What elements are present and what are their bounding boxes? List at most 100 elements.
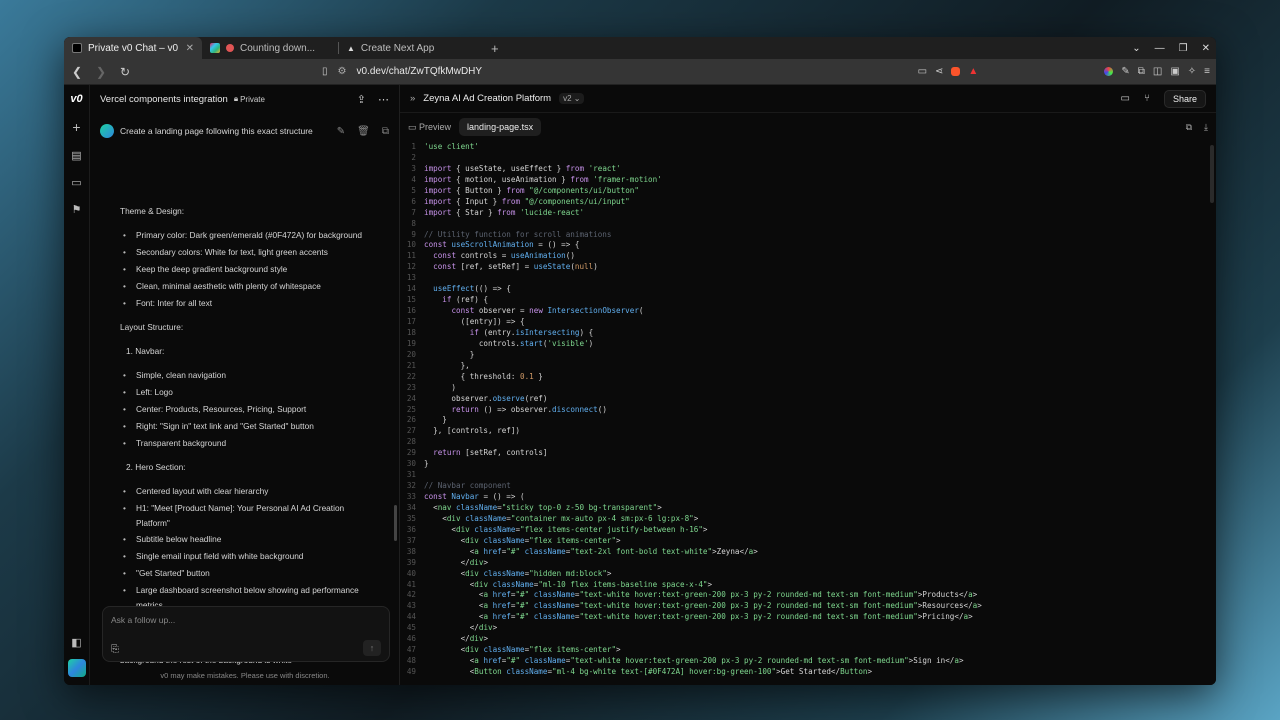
message-bullet: Font: Inter for all text	[123, 298, 212, 308]
line-number: 19	[406, 338, 416, 348]
download-icon[interactable]: ⤓	[1204, 122, 1208, 133]
code-token: >	[867, 667, 873, 676]
code-token: nav	[437, 502, 452, 512]
cast-icon[interactable]: ▭	[918, 66, 927, 77]
delete-icon[interactable]: 🗑︎	[357, 126, 370, 137]
flag-icon[interactable]: ⚑	[72, 203, 82, 216]
site-settings-icon[interactable]: ⚙	[338, 66, 347, 77]
new-chat-icon[interactable]: +	[72, 119, 80, 135]
code-line: 32 // Navbar component	[400, 481, 1216, 492]
line-number: 34	[406, 502, 416, 512]
bookmark-icon[interactable]: ▯	[322, 66, 328, 77]
terminal-icon[interactable]: ▭	[1121, 93, 1130, 104]
code-token: Button	[840, 667, 868, 676]
menu-icon[interactable]: ≡	[1204, 66, 1210, 77]
line-number: 47	[406, 645, 416, 655]
chat-scrollbar[interactable]	[394, 505, 397, 541]
wallet-icon[interactable]: ▣	[1170, 66, 1179, 77]
code-token: import	[424, 207, 452, 217]
ai-icon[interactable]: ✧	[1188, 66, 1196, 77]
line-number: 33	[406, 492, 416, 501]
code-line: 29 return [setRef, controls]	[400, 448, 1216, 459]
code-token: )	[424, 382, 457, 392]
code-line: 7 import { Star } from 'lucide-react'	[400, 208, 1216, 219]
line-number: 13	[406, 273, 416, 283]
preview-icon: ▭	[408, 121, 417, 132]
close-window-icon[interactable]: ✕	[1202, 43, 1210, 54]
extension-color-icon[interactable]	[1104, 67, 1114, 76]
line-number: 45	[406, 623, 416, 633]
message-bullet: Centered layout with clear hierarchy	[123, 486, 268, 496]
project-title[interactable]: Zeyna AI Ad Creation Platform	[423, 93, 551, 104]
code-token: from	[501, 196, 521, 206]
close-tab-icon[interactable]: ✕	[186, 43, 194, 54]
forward-icon[interactable]: ❯	[94, 65, 108, 79]
code-token: Button	[474, 667, 502, 676]
reload-icon[interactable]: ↻	[118, 65, 132, 79]
code-token: // Utility function for scroll animation…	[424, 229, 612, 239]
copy-icon[interactable]: ⧉	[382, 126, 389, 137]
follow-up-input[interactable]: Ask a follow up... ⎘ ↑	[102, 606, 390, 662]
brave-shield-icon[interactable]	[951, 67, 961, 76]
sidebar-icon[interactable]: ◫	[1153, 66, 1162, 77]
code-line: 31	[400, 470, 1216, 481]
rewards-icon[interactable]: ▲	[968, 66, 978, 77]
back-icon[interactable]: ❮	[70, 65, 84, 79]
send-button[interactable]: ↑	[363, 640, 381, 656]
url-field[interactable]: ▯ ⚙ v0.dev/chat/ZwTQfkMwDHY	[322, 66, 908, 77]
code-token: "ml-4 bg-white text-[#0F472A] hover:bg-g…	[552, 667, 777, 676]
edit-icon[interactable]: ✎	[337, 126, 345, 137]
code-line: 30}	[400, 459, 1216, 470]
line-number: 21	[406, 360, 416, 370]
code-token: className	[520, 656, 566, 666]
toggle-sidebar-icon[interactable]: ◧	[71, 636, 81, 649]
code-token: }	[424, 349, 475, 359]
app-content: v0 + ▤ ▭ ⚑ ◧ Vercel components integrati…	[64, 85, 1216, 685]
new-tab-button[interactable]: +	[483, 41, 507, 56]
minimize-icon[interactable]: —	[1155, 43, 1165, 54]
line-number: 22	[406, 371, 416, 381]
line-number: 12	[406, 262, 416, 272]
version-select[interactable]: v2 ⌄	[559, 93, 585, 104]
code-token: from	[497, 207, 516, 217]
code-line: 48 <a href="#" className="text-white hov…	[400, 656, 1216, 667]
share-chat-icon[interactable]: ⇪	[357, 93, 366, 106]
code-token: ()	[597, 404, 607, 414]
share-icon[interactable]: ⋖	[935, 66, 943, 77]
message-numbered-item: 1. Navbar:	[126, 346, 165, 356]
attach-icon[interactable]: ⎘	[111, 644, 119, 655]
code-token: "text-white hover:text-green-200 px-3 py…	[579, 590, 918, 600]
code-line: 43 <a href="#" className="text-white hov…	[400, 601, 1216, 612]
copy-code-icon[interactable]: ⧉	[1186, 122, 1192, 133]
v0-logo-icon[interactable]: v0	[70, 93, 82, 105]
library-icon[interactable]: ▤	[71, 149, 81, 162]
code-token: "text-white hover:text-green-200 px-3 py…	[570, 656, 909, 666]
tab-code[interactable]: landing-page.tsx	[459, 118, 542, 136]
collapse-icon[interactable]: »	[410, 93, 415, 104]
code-line: 6 import { Input } from "@/components/ui/…	[400, 197, 1216, 208]
branch-icon[interactable]: ⑂	[1144, 93, 1150, 104]
pen-icon[interactable]: ✎	[1121, 66, 1129, 77]
code-line: 8	[400, 219, 1216, 230]
chat-title[interactable]: Vercel components integration	[100, 94, 228, 105]
code-token: controls.	[424, 338, 521, 348]
line-number: 27	[406, 426, 416, 436]
avatar[interactable]	[67, 659, 86, 677]
code-editor[interactable]: 1 'use client' 2 3 import { useState, useEff…	[400, 142, 1216, 685]
puzzle-icon[interactable]: ⧉	[1138, 66, 1145, 77]
more-icon[interactable]: ⋯	[378, 93, 389, 106]
tab-next-app[interactable]: ▲ Create Next App	[339, 37, 483, 59]
tab-preview[interactable]: ▭ Preview	[408, 122, 451, 133]
tab-v0-chat[interactable]: Private v0 Chat – v0 ✕	[64, 37, 202, 59]
folder-icon[interactable]: ▭	[71, 176, 81, 189]
editor-scrollbar[interactable]	[1210, 145, 1214, 203]
share-button[interactable]: Share	[1163, 89, 1206, 108]
code-line: 3 import { useState, useEffect } from 're…	[400, 164, 1216, 175]
tab-search-icon[interactable]: ⌄	[1132, 43, 1140, 54]
line-number: 36	[406, 524, 416, 534]
restore-icon[interactable]: ❐	[1179, 43, 1188, 54]
code-token: ()	[565, 251, 575, 261]
tab-counting[interactable]: Counting down...	[202, 37, 338, 59]
line-number: 24	[406, 393, 416, 403]
